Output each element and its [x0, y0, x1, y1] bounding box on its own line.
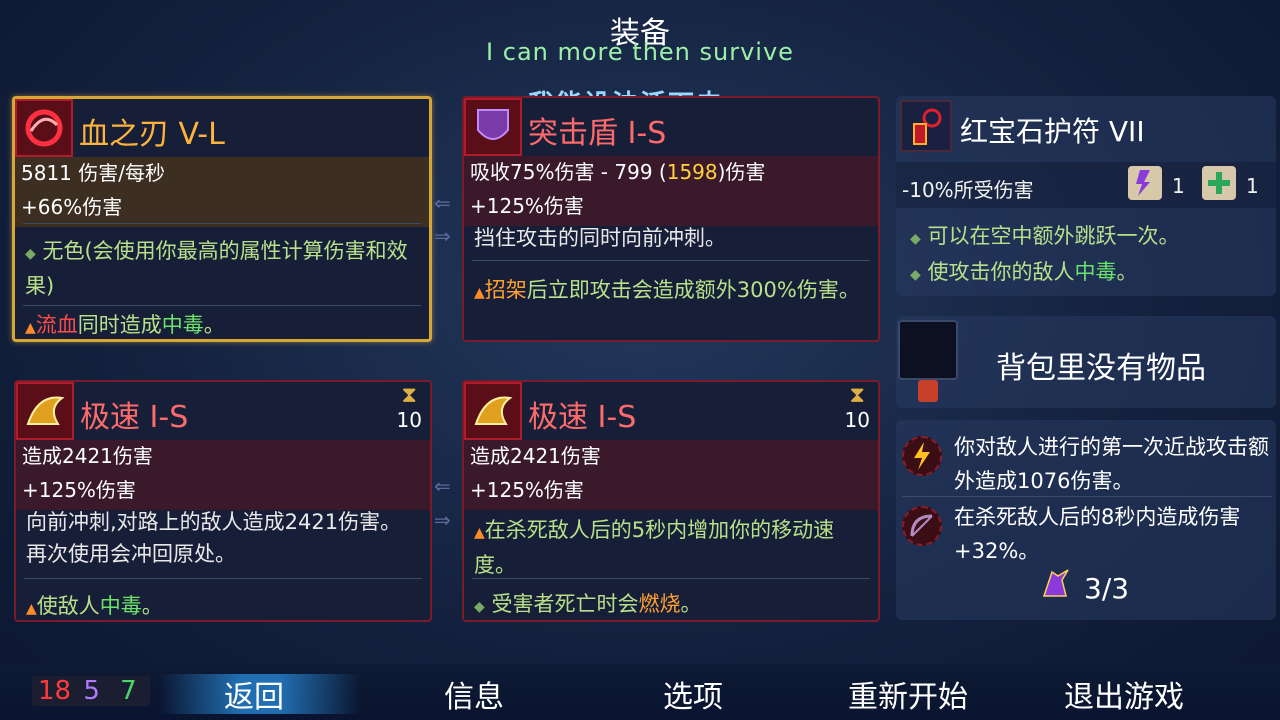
diamond-bullet-icon: ◆	[910, 231, 921, 247]
diamond-bullet-icon: ◆	[474, 599, 485, 615]
skill-card-swiftness-1[interactable]: 极速 I-S ⧗ 10 造成2421伤害 +125%伤害 向前冲刺,对路上的敌人…	[14, 380, 432, 622]
amulet-effect-1: ◆ 可以在空中额外跳跃一次。	[910, 224, 1180, 248]
item-name: 红宝石护符 VII	[960, 115, 1145, 148]
item-affix: ▲使敌人中毒。	[26, 594, 163, 618]
bow-mutation-icon[interactable]	[902, 506, 942, 546]
weapon-card-blood-blade[interactable]: 血之刃 V-L 5811 伤害/每秒 +66%伤害 ◆ 无色(会使用你最高的属性…	[12, 96, 432, 342]
nav-info-button[interactable]: 信息	[444, 672, 504, 716]
scroll-purple-count: 1	[1172, 174, 1185, 198]
divider	[24, 578, 422, 579]
damage-bonus: +125%伤害	[470, 478, 584, 502]
damage-stat: 造成2421伤害	[470, 444, 601, 468]
affix-arrow-icon: ▲	[25, 320, 36, 336]
swap-arrow-icon[interactable]: ⇒	[434, 510, 460, 530]
divider	[472, 260, 870, 261]
charges-icon	[1038, 566, 1072, 604]
item-description: 挡住攻击的同时向前冲刺。	[474, 226, 726, 250]
blood-blade-icon	[15, 99, 73, 157]
item-name: 血之刃 V-L	[79, 117, 225, 152]
divider	[902, 496, 1272, 497]
block-stat: 吸收75%伤害 - 799 (1598)伤害	[470, 160, 766, 184]
amulet-effect-2: ◆ 使攻击你的敌人中毒。	[910, 260, 1138, 284]
nav-back-button[interactable]: 返回	[224, 672, 284, 716]
affix-arrow-icon: ▲	[474, 525, 485, 541]
swap-arrow-icon[interactable]: ⇒	[434, 226, 460, 246]
item-name: 极速 I-S	[528, 400, 637, 435]
mutation-1-text: 你对敌人进行的第一次近战攻击额外造成1076伤害。	[954, 435, 1269, 493]
item-affix: ▲流血同时造成中毒。	[25, 313, 225, 337]
damage-reduction-stat: -10%所受伤害	[902, 178, 1034, 202]
dash-skill-icon	[16, 382, 74, 440]
backpack-icon	[918, 380, 938, 402]
diamond-bullet-icon: ◆	[25, 246, 36, 262]
cooldown-counter: ⧗ 10	[844, 383, 870, 433]
red-scroll-count: 18	[38, 676, 72, 706]
scroll-green-icon	[1202, 166, 1236, 200]
dash-skill-icon	[464, 382, 522, 440]
nav-quit-button[interactable]: 退出游戏	[1064, 672, 1184, 716]
affix-arrow-icon: ▲	[474, 285, 485, 301]
subtitle-overlay: I can more then survive	[486, 38, 794, 66]
damage-stat: 造成2421伤害	[22, 444, 153, 468]
diamond-bullet-icon: ◆	[910, 267, 921, 283]
item-name: 突击盾 I-S	[528, 116, 667, 151]
damage-bonus: +66%伤害	[21, 195, 123, 219]
item-affix: ▲招架后立即攻击会造成额外300%伤害。	[474, 278, 860, 302]
mutation-2-text: 在杀死敌人后的8秒内造成伤害+32%。	[954, 505, 1241, 563]
damage-bonus: +125%伤害	[470, 194, 584, 218]
scroll-green-count: 1	[1246, 174, 1259, 198]
ruby-amulet-icon	[900, 100, 952, 152]
lightning-mutation-icon[interactable]	[902, 436, 942, 476]
item-description: ◆ 无色(会使用你最高的属性计算伤害和效果)	[25, 239, 408, 298]
divider	[472, 578, 870, 579]
scroll-counters: 18 5 7	[32, 676, 150, 706]
swap-arrow-icon[interactable]: ⇐	[434, 193, 460, 213]
cooldown-counter: ⧗ 10	[396, 383, 422, 433]
charges-count: 3/3	[1084, 572, 1130, 605]
swap-arrow-icon[interactable]: ⇐	[434, 476, 460, 496]
shield-card-assault-shield[interactable]: 突击盾 I-S 吸收75%伤害 - 799 (1598)伤害 +125%伤害 挡…	[462, 96, 880, 342]
item-description: ◆ 受害者死亡时会燃烧。	[474, 592, 702, 616]
skill-card-swiftness-2[interactable]: 极速 I-S ⧗ 10 造成2421伤害 +125%伤害 ▲在杀死敌人后的5秒内…	[462, 380, 880, 622]
shield-icon	[464, 98, 522, 156]
nav-options-button[interactable]: 选项	[663, 672, 723, 716]
affix-arrow-icon: ▲	[26, 601, 37, 617]
item-affix: ▲在杀死敌人后的5秒内增加你的移动速度。	[474, 518, 835, 577]
purple-scroll-count: 5	[83, 676, 100, 706]
backpack-empty-text: 背包里没有物品	[996, 351, 1206, 386]
backpack-slot[interactable]	[898, 320, 958, 380]
hourglass-icon: ⧗	[401, 383, 417, 408]
dps-stat: 5811 伤害/每秒	[21, 161, 165, 185]
green-scroll-count: 7	[120, 676, 137, 706]
damage-bonus: +125%伤害	[22, 478, 136, 502]
divider	[23, 305, 421, 306]
divider	[23, 223, 421, 224]
scroll-purple-icon	[1128, 166, 1162, 200]
hourglass-icon: ⧗	[849, 383, 865, 408]
item-description: 向前冲刺,对路上的敌人造成2421伤害。再次使用会冲回原处。	[26, 510, 402, 566]
nav-restart-button[interactable]: 重新开始	[848, 672, 968, 716]
amulet-panel[interactable]: 红宝石护符 VII -10%所受伤害 1 1 ◆ 可以在空中额外跳跃一次。 ◆ …	[896, 96, 1276, 296]
item-name: 极速 I-S	[80, 400, 189, 435]
